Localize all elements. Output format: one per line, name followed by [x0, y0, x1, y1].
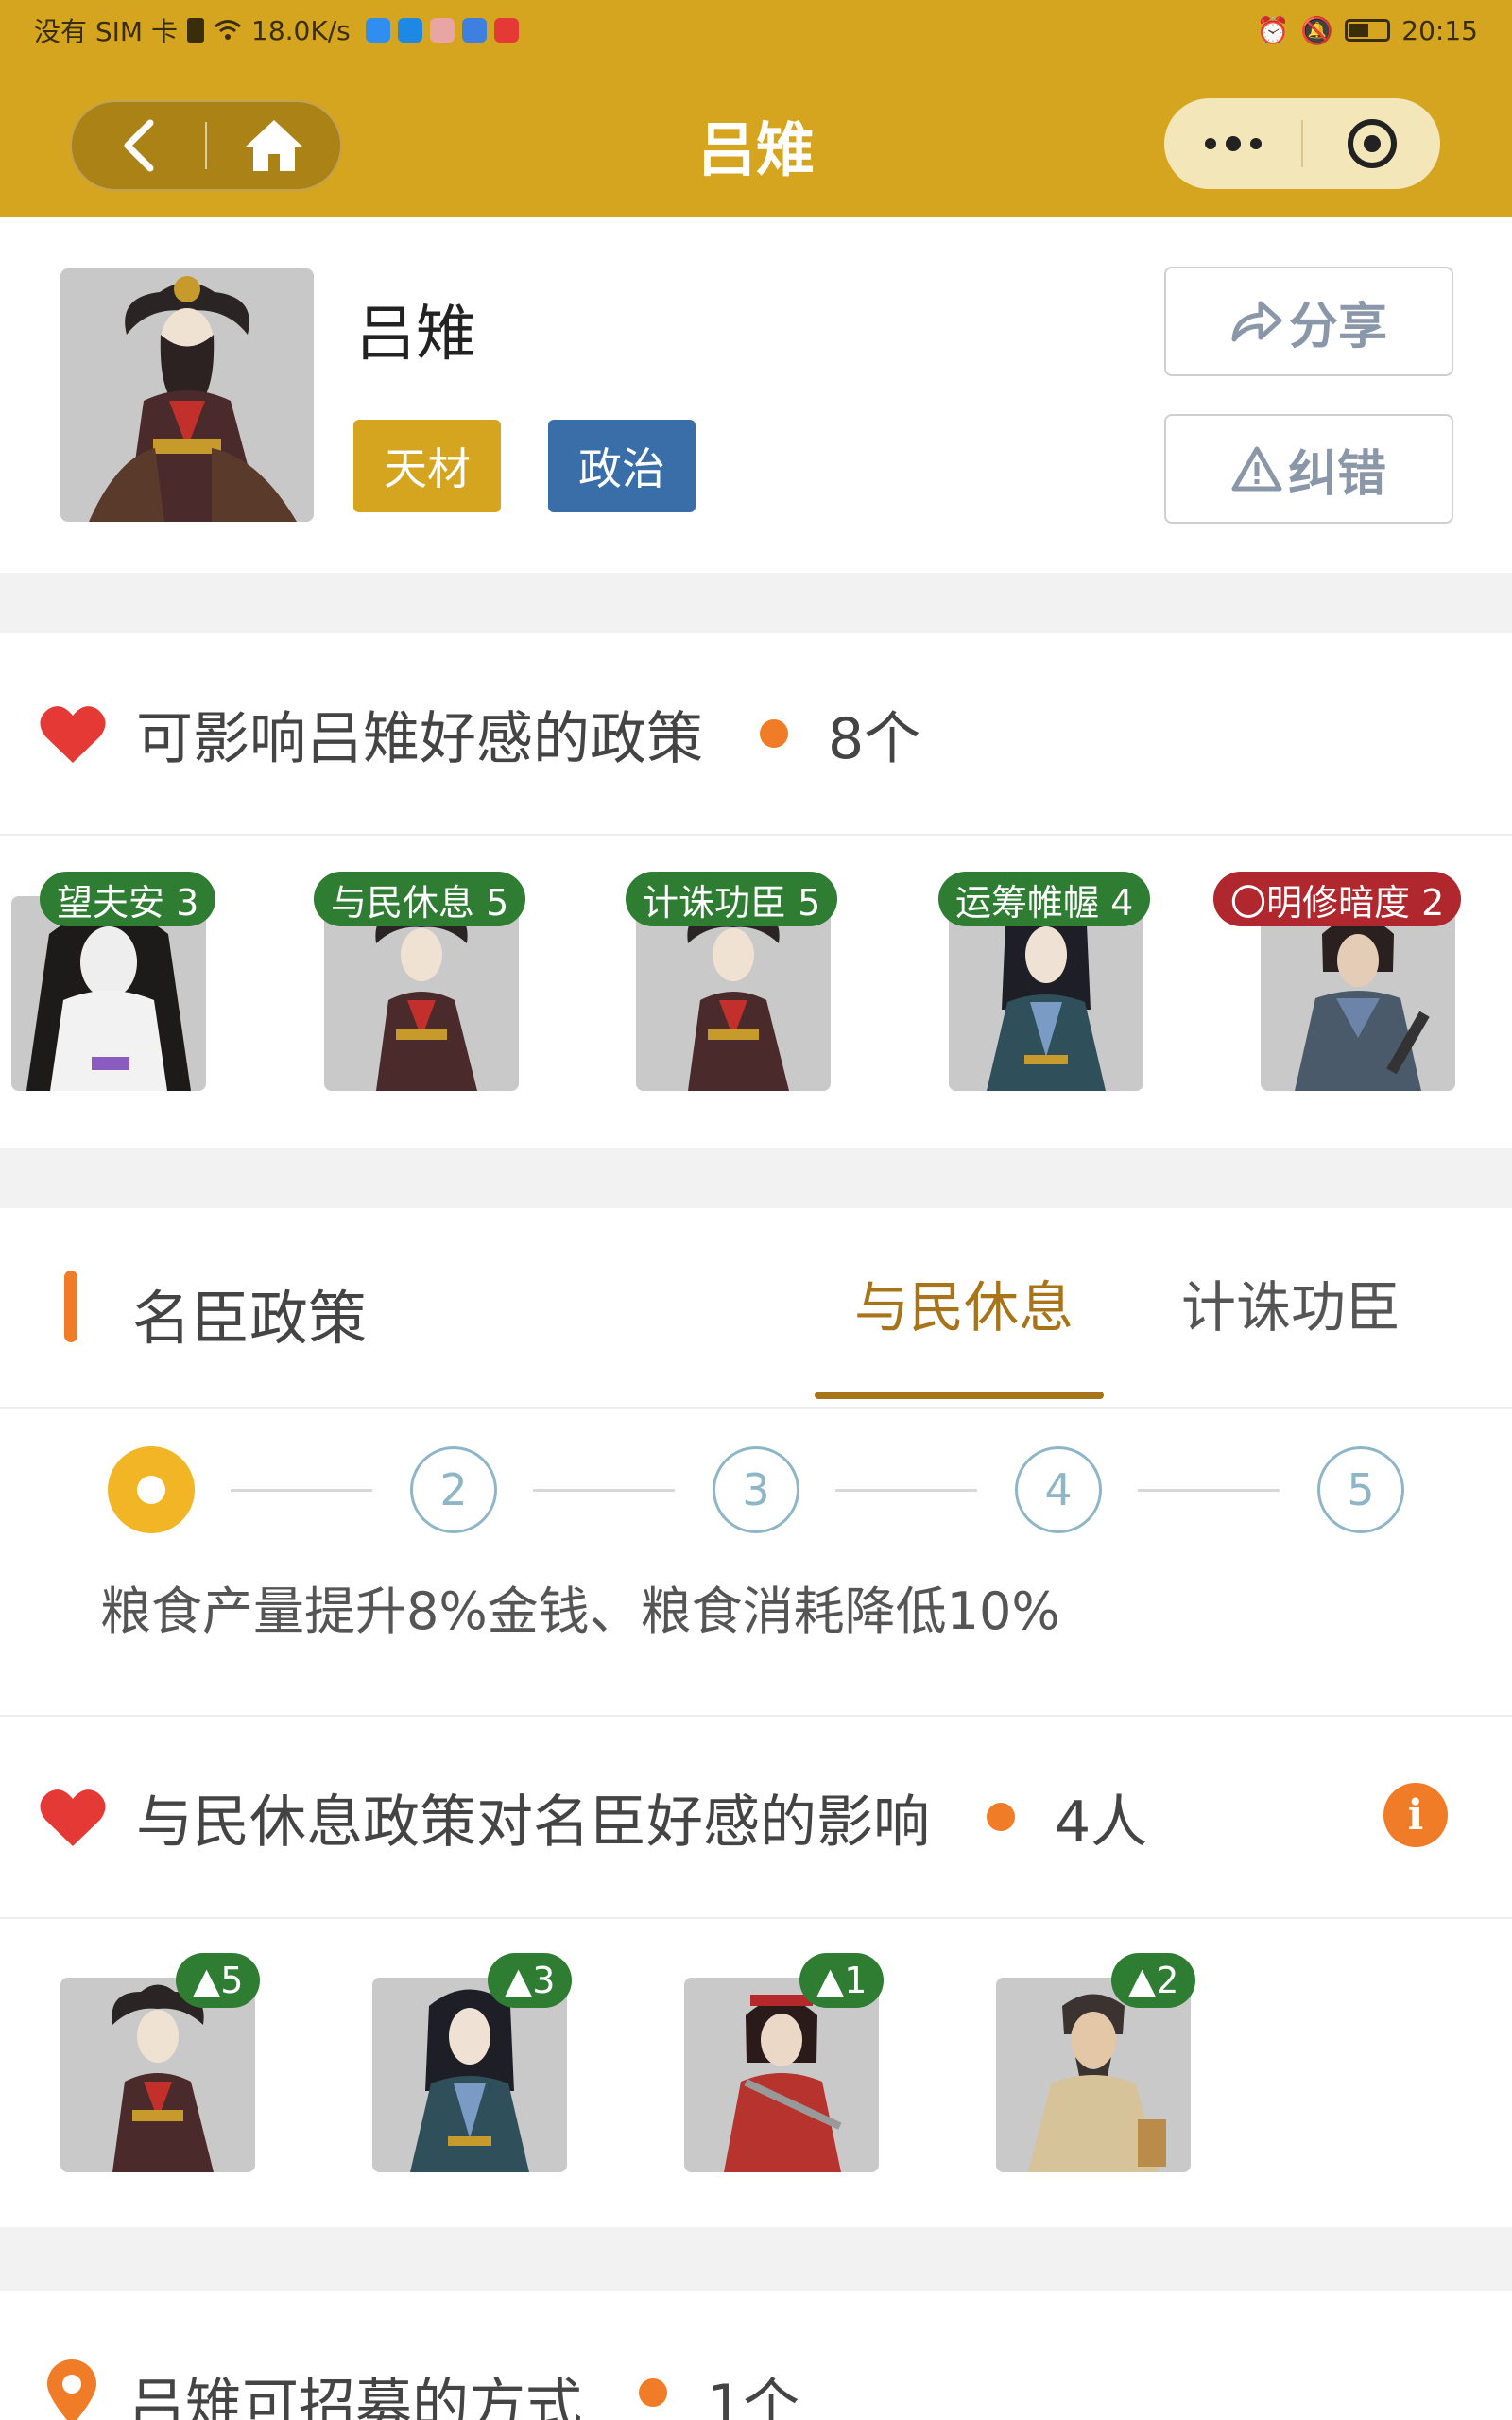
affecting-policies-list: 望夫安 3 与民休息 5 计诛功臣 5 运筹帷幄 4 〇明修暗度 2: [0, 836, 1512, 1148]
more-dots-icon: [1204, 136, 1262, 151]
policy-level-steps: 2 3 4 5 粮食产量提升8%金钱、粮食消耗降低10%: [0, 1409, 1512, 1717]
browser-app-icon: [461, 18, 487, 43]
step-3[interactable]: 3: [713, 1446, 799, 1533]
portrait-empress-image: [60, 268, 314, 522]
hero-profile-card: 吕雉 天材 政治 分享 纠错: [0, 217, 1512, 573]
battery-icon: [1345, 19, 1391, 42]
policy-badge: 与民休息 5: [314, 872, 526, 926]
clock: 20:15: [1401, 14, 1478, 46]
mini-program-capsule: [1164, 98, 1440, 189]
mute-icon: 🔕: [1300, 14, 1334, 46]
close-miniprogram-button[interactable]: [1303, 98, 1440, 189]
policy-effect-list: ▲5 ▲3 ▲1 ▲2: [0, 1919, 1512, 2227]
tab-yuminxiuxi[interactable]: 与民休息: [854, 1263, 1074, 1342]
bullet-dot: [987, 1803, 1015, 1831]
step-2[interactable]: 2: [410, 1446, 497, 1533]
cloud-app-icon: [365, 18, 390, 43]
section-gap: [0, 2227, 1512, 2291]
step-4[interactable]: 4: [1015, 1446, 1102, 1533]
report-label: 纠错: [1287, 445, 1386, 503]
policy-effect-header: 与民休息政策对名臣好感的影响 4人 i: [0, 1717, 1512, 1919]
hero-avatar: [60, 268, 314, 522]
policy-badge: 运筹帷幄 4: [938, 872, 1151, 926]
location-pin-icon: [47, 2360, 96, 2420]
tag-politics: 政治: [548, 420, 696, 512]
notification-icons: [365, 18, 519, 43]
wifi-icon: [215, 20, 241, 40]
share-button[interactable]: 分享: [1164, 267, 1453, 376]
share-icon: [1231, 301, 1282, 342]
info-icon[interactable]: i: [1383, 1783, 1448, 1847]
policy-count: 8个: [828, 705, 921, 772]
policy-badge: 望夫安 3: [40, 872, 216, 926]
share-label: 分享: [1288, 298, 1387, 355]
affinity-badge: ▲1: [799, 1953, 885, 2008]
search-app-icon: [397, 18, 422, 43]
policy-description: 粮食产量提升8%金钱、粮食消耗降低10%: [100, 1582, 1060, 1641]
recruit-count: 1个: [707, 2373, 800, 2420]
warning-icon: [1231, 446, 1282, 492]
step-1[interactable]: [108, 1446, 195, 1533]
section-title: 名臣政策: [132, 1284, 368, 1353]
section-accent-bar: [64, 1270, 77, 1342]
tab-jizhugongchen[interactable]: 计诛功臣: [1181, 1263, 1400, 1342]
hero-name: 吕雉: [355, 300, 476, 370]
step-connector: [231, 1489, 372, 1492]
heart-icon: [40, 706, 106, 763]
bullet-dot: [760, 719, 788, 748]
status-bar-left: 没有 SIM 卡 18.0K/s: [34, 11, 519, 49]
tag-talent: 天材: [353, 420, 501, 512]
affecting-policies-header: 可影响吕雉好感的政策 8个: [0, 633, 1512, 836]
chat-app-icon: [429, 18, 455, 43]
more-button[interactable]: [1164, 98, 1301, 189]
carrier-text: 没有 SIM 卡: [34, 16, 178, 47]
step-connector: [533, 1489, 675, 1492]
policy-badge: 计诛功臣 5: [626, 872, 838, 926]
section-title: 可影响吕雉好感的政策: [136, 705, 703, 772]
affinity-badge: ▲3: [488, 1953, 573, 2008]
section-title: 吕雉可招募的方式: [129, 2373, 582, 2420]
sim-alert-icon: [187, 18, 204, 43]
minister-count: 4人: [1055, 1789, 1148, 1856]
alarm-icon: ⏰: [1256, 14, 1290, 46]
section-gap: [0, 573, 1512, 633]
active-tab-indicator: [815, 1392, 1104, 1399]
recruit-methods-header: 吕雉可招募的方式 1个: [0, 2291, 1512, 2420]
status-bar-right: ⏰ 🔕 20:15: [1257, 11, 1478, 49]
target-circle-icon: [1347, 119, 1397, 168]
policy-badge: 〇明修暗度 2: [1213, 872, 1462, 926]
top-bar: 没有 SIM 卡 18.0K/s ⏰ 🔕 20:15 吕雉: [0, 0, 1512, 217]
section-title: 与民休息政策对名臣好感的影响: [136, 1789, 930, 1856]
affinity-badge: ▲2: [1111, 1953, 1196, 2008]
section-gap: [0, 1148, 1512, 1208]
affinity-badge: ▲5: [176, 1953, 261, 2008]
report-error-button[interactable]: 纠错: [1164, 414, 1453, 524]
famous-minister-policy-header: 名臣政策 与民休息 计诛功臣: [0, 1208, 1512, 1409]
heart-icon: [40, 1789, 106, 1846]
step-connector: [835, 1489, 977, 1492]
network-speed: 18.0K/s: [251, 14, 351, 46]
step-5[interactable]: 5: [1317, 1446, 1404, 1533]
book-app-icon: [493, 18, 519, 43]
step-connector: [1138, 1489, 1280, 1492]
bullet-dot: [639, 2378, 667, 2407]
